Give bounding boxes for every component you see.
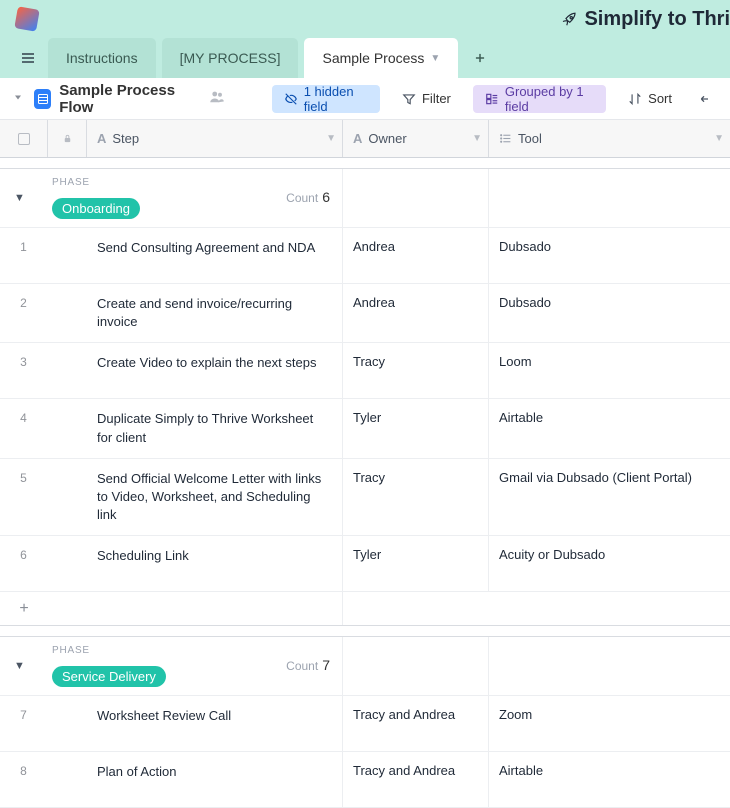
sort-label: Sort xyxy=(648,91,672,106)
column-tool[interactable]: Tool ▼ xyxy=(489,120,730,157)
group-label: Grouped by 1 field xyxy=(505,84,594,114)
filter-label: Filter xyxy=(422,91,451,106)
tab-instructions[interactable]: Instructions xyxy=(48,38,156,78)
cell-owner[interactable]: Andrea xyxy=(343,284,489,342)
row-number: 2 xyxy=(0,284,48,342)
cell-step[interactable]: Send Official Welcome Letter with links … xyxy=(87,459,343,536)
group-chip: Service Delivery xyxy=(52,666,166,687)
collapse-icon[interactable]: ▼ xyxy=(14,192,25,204)
menu-icon[interactable] xyxy=(8,38,48,78)
row-number: 7 xyxy=(0,696,48,751)
chevron-down-icon[interactable]: ▼ xyxy=(472,133,482,144)
table-row[interactable]: 1 Send Consulting Agreement and NDA Andr… xyxy=(0,228,730,284)
view-name-text: Sample Process Flow xyxy=(59,82,192,116)
tab-my-process[interactable]: [MY PROCESS] xyxy=(162,38,299,78)
base-title: Simplify to Thri xyxy=(560,8,730,31)
table-row[interactable]: 7 Worksheet Review Call Tracy and Andrea… xyxy=(0,696,730,752)
cell-owner[interactable]: Tyler xyxy=(343,536,489,591)
more-button[interactable] xyxy=(694,85,718,113)
app-logo[interactable] xyxy=(14,6,39,31)
eye-off-icon xyxy=(284,92,298,106)
cell-tool[interactable]: Airtable xyxy=(489,399,730,457)
hidden-fields-label: 1 hidden field xyxy=(304,84,368,114)
cell-tool[interactable]: Loom xyxy=(489,343,730,398)
tab-label: Instructions xyxy=(66,50,138,66)
cell-step[interactable]: Create and send invoice/recurring invoic… xyxy=(87,284,343,342)
group-field-label: PHASE xyxy=(52,177,90,188)
tab-label: Sample Process xyxy=(322,50,424,66)
tab-label: [MY PROCESS] xyxy=(180,50,281,66)
cell-owner[interactable]: Tracy and Andrea xyxy=(343,752,489,807)
group-count: Count7 xyxy=(286,657,330,673)
hidden-fields-button[interactable]: 1 hidden field xyxy=(272,85,380,113)
cell-owner[interactable]: Tyler xyxy=(343,399,489,457)
lock-column xyxy=(48,120,87,157)
select-all-column[interactable] xyxy=(0,120,48,157)
group-button[interactable]: Grouped by 1 field xyxy=(473,85,606,113)
row-number: 8 xyxy=(0,752,48,807)
column-owner[interactable]: A Owner ▼ xyxy=(343,120,489,157)
cell-tool[interactable]: Dubsado xyxy=(489,284,730,342)
base-title-text: Simplify to Thri xyxy=(584,8,730,31)
column-owner-label: Owner xyxy=(368,131,406,146)
column-headers: A Step ▼ A Owner ▼ Tool ▼ xyxy=(0,120,730,158)
table-row[interactable]: 2 Create and send invoice/recurring invo… xyxy=(0,284,730,343)
chevron-down-icon[interactable]: ▼ xyxy=(430,53,440,64)
cell-step[interactable]: Worksheet Review Call xyxy=(87,696,343,751)
group-count: Count6 xyxy=(286,189,330,205)
table-row[interactable]: 4 Duplicate Simply to Thrive Worksheet f… xyxy=(0,399,730,458)
table-row[interactable]: 6 Scheduling Link Tyler Acuity or Dubsad… xyxy=(0,536,730,592)
cell-step[interactable]: Scheduling Link xyxy=(87,536,343,591)
row-number: 6 xyxy=(0,536,48,591)
add-row[interactable]: + xyxy=(0,592,730,626)
cell-step[interactable]: Create Video to explain the next steps xyxy=(87,343,343,398)
lock-icon xyxy=(62,133,73,144)
chevron-down-icon[interactable]: ▼ xyxy=(326,133,336,144)
cell-tool[interactable]: Zoom xyxy=(489,696,730,751)
group-header: ▼ PHASE Service Delivery Count7 xyxy=(0,636,730,696)
column-step[interactable]: A Step ▼ xyxy=(87,120,343,157)
filter-icon xyxy=(402,92,416,106)
collapse-icon[interactable]: ▼ xyxy=(14,660,25,672)
row-number: 1 xyxy=(0,228,48,283)
cell-tool[interactable]: Dubsado xyxy=(489,228,730,283)
add-tab-button[interactable] xyxy=(464,42,496,74)
group-chip: Onboarding xyxy=(52,198,140,219)
row-number: 4 xyxy=(0,399,48,457)
table-row[interactable]: 3 Create Video to explain the next steps… xyxy=(0,343,730,399)
column-step-label: Step xyxy=(112,131,139,146)
table-row[interactable]: 5 Send Official Welcome Letter with link… xyxy=(0,459,730,537)
cell-step[interactable]: Send Consulting Agreement and NDA xyxy=(87,228,343,283)
row-number: 3 xyxy=(0,343,48,398)
group-icon xyxy=(485,92,499,106)
filter-button[interactable]: Filter xyxy=(390,85,463,113)
tab-sample-process[interactable]: Sample Process ▼ xyxy=(304,38,458,78)
checkbox-icon[interactable] xyxy=(18,133,30,145)
cell-owner[interactable]: Tracy xyxy=(343,343,489,398)
group-field-label: PHASE xyxy=(52,645,90,656)
cell-owner[interactable]: Tracy xyxy=(343,459,489,536)
view-name[interactable]: Sample Process Flow xyxy=(34,82,192,116)
row-number: 5 xyxy=(0,459,48,536)
collab-icon[interactable] xyxy=(208,88,226,109)
sort-icon xyxy=(628,92,642,106)
rocket-icon xyxy=(560,11,578,29)
cell-step[interactable]: Duplicate Simply to Thrive Worksheet for… xyxy=(87,399,343,457)
cell-owner[interactable]: Andrea xyxy=(343,228,489,283)
cell-tool[interactable]: Gmail via Dubsado (Client Portal) xyxy=(489,459,730,536)
cell-step[interactable]: Plan of Action xyxy=(87,752,343,807)
group-header: ▼ PHASE Onboarding Count6 xyxy=(0,168,730,228)
list-icon xyxy=(499,132,512,145)
views-toggle[interactable] xyxy=(12,91,24,106)
column-tool-label: Tool xyxy=(518,131,542,146)
chevron-down-icon[interactable]: ▼ xyxy=(714,133,724,144)
grid-view-icon xyxy=(34,89,51,109)
sort-button[interactable]: Sort xyxy=(616,85,684,113)
cell-tool[interactable]: Acuity or Dubsado xyxy=(489,536,730,591)
cell-owner[interactable]: Tracy and Andrea xyxy=(343,696,489,751)
plus-icon[interactable]: + xyxy=(0,592,48,625)
table-row[interactable]: 8 Plan of Action Tracy and Andrea Airtab… xyxy=(0,752,730,808)
cell-tool[interactable]: Airtable xyxy=(489,752,730,807)
